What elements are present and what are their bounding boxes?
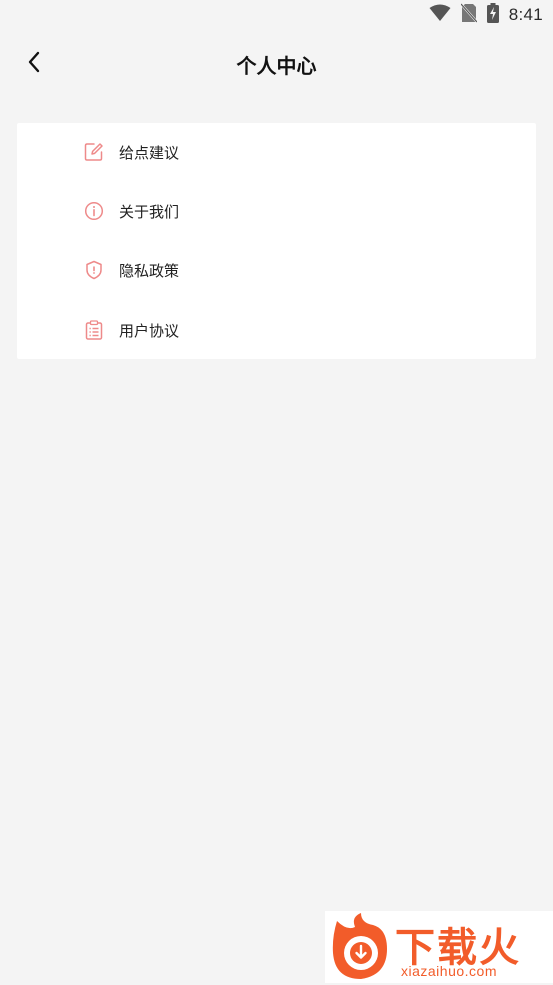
page-title: 个人中心 (236, 54, 317, 78)
no-sim-icon (459, 3, 478, 27)
status-time: 8:41 (508, 5, 543, 24)
menu-item-label: 给点建议 (119, 143, 180, 162)
menu-card: 给点建议 关于我们 隐私政策 用户协议 (17, 123, 536, 359)
header: 个人中心 (0, 34, 553, 94)
menu-item-privacy[interactable]: 隐私政策 (17, 241, 536, 299)
wifi-icon (429, 4, 451, 26)
shield-icon (84, 260, 104, 280)
status-bar: 8:41 (0, 0, 553, 30)
info-icon (84, 201, 104, 221)
menu-item-label: 隐私政策 (119, 261, 180, 280)
watermark: 下载火 xiazaihuo.com (325, 911, 553, 983)
watermark-domain: xiazaihuo.com (401, 963, 497, 979)
menu-item-feedback[interactable]: 给点建议 (17, 123, 536, 181)
battery-charging-icon (486, 3, 499, 27)
menu-item-about[interactable]: 关于我们 (17, 182, 536, 240)
menu-item-label: 关于我们 (119, 202, 180, 221)
clipboard-list-icon (84, 320, 104, 340)
menu-item-label: 用户协议 (119, 321, 180, 340)
status-icons: 8:41 (429, 3, 543, 27)
menu-item-user-agreement[interactable]: 用户协议 (17, 301, 536, 359)
flame-logo-icon (327, 913, 393, 985)
edit-icon (84, 142, 104, 162)
